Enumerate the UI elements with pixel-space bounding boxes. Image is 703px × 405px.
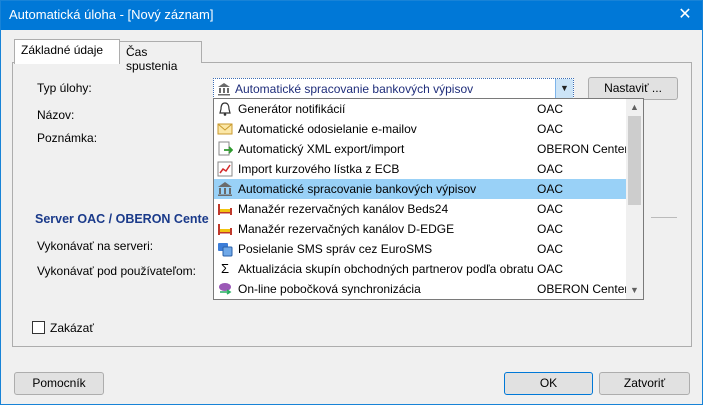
sigma-icon: Σ: [220, 261, 230, 276]
xml-export-icon: [217, 141, 234, 157]
section-divider: [651, 217, 677, 218]
bed-icon: [217, 201, 233, 217]
chart-icon: [217, 161, 233, 177]
sync-icon: [217, 281, 233, 297]
list-item-name: Automatické odosielanie e-mailov: [238, 122, 417, 136]
ok-button[interactable]: OK: [504, 372, 593, 395]
list-item-name: Automatické spracovanie bankových výpiso…: [238, 182, 477, 196]
cancel-button[interactable]: Zatvoriť: [599, 372, 690, 395]
list-item-name: Manažér rezervačných kanálov D-EDGE: [238, 222, 455, 236]
list-item-module: OAC: [537, 122, 564, 136]
list-item-name: Aktualizácia skupín obchodných partnerov…: [238, 262, 534, 276]
dropdown-scrollbar[interactable]: ▲ ▼: [626, 99, 643, 299]
list-item-name: Automatický XML export/import: [238, 142, 405, 156]
window-title: Automatická úloha - [Nový záznam]: [9, 7, 214, 22]
list-item-module: OAC: [537, 202, 564, 216]
settings-button[interactable]: Nastaviť ...: [588, 77, 678, 100]
help-button[interactable]: Pomocník: [14, 372, 104, 395]
sms-icon: [217, 241, 233, 257]
dialog-window: Automatická úloha - [Nový záznam] ✕ Zákl…: [0, 0, 703, 405]
name-label: Názov:: [37, 108, 75, 122]
chevron-up-icon[interactable]: ▲: [626, 99, 643, 116]
tab-run-time[interactable]: Čas spustenia: [119, 41, 202, 73]
run-on-server-label: Vykonávať na serveri:: [37, 239, 154, 253]
list-item[interactable]: Automatické spracovanie bankových výpiso…: [214, 179, 626, 199]
list-item[interactable]: Automatický XML export/import OBERON Cen…: [214, 139, 629, 159]
title-bar[interactable]: Automatická úloha - [Nový záznam] ✕: [1, 1, 702, 30]
task-type-combo[interactable]: Automatické spracovanie bankových výpiso…: [213, 78, 574, 99]
list-item[interactable]: Automatické odosielanie e-mailov OAC: [214, 119, 626, 139]
list-item-module: OBERON Center: [537, 282, 629, 296]
list-item-module: OAC: [537, 102, 564, 116]
envelope-icon: [217, 121, 233, 137]
list-item-module: OAC: [537, 222, 564, 236]
note-label: Poznámka:: [37, 131, 98, 145]
list-item-name: Import kurzového lístka z ECB: [238, 162, 400, 176]
disable-label: Zakázať: [50, 321, 94, 335]
list-item[interactable]: Manažér rezervačných kanálov D-EDGE OAC: [214, 219, 626, 239]
disable-checkbox[interactable]: [32, 321, 45, 334]
list-item-module: OAC: [537, 162, 564, 176]
chevron-down-icon[interactable]: ▼: [555, 79, 573, 98]
list-item-module: OAC: [537, 242, 564, 256]
list-item-name: Generátor notifikácií: [238, 102, 346, 116]
close-icon[interactable]: ✕: [668, 1, 702, 30]
task-type-label: Typ úlohy:: [37, 81, 92, 95]
list-item-name: Manažér rezervačných kanálov Beds24: [238, 202, 449, 216]
list-item[interactable]: On-line pobočková synchronizácia OBERON …: [214, 279, 629, 299]
list-item[interactable]: Σ Aktualizácia skupín obchodných partner…: [214, 259, 626, 279]
task-type-value: Automatické spracovanie bankových výpiso…: [235, 82, 474, 96]
list-item-name: On-line pobočková synchronizácia: [238, 282, 421, 296]
tab-basic-data[interactable]: Základné údaje: [14, 39, 120, 64]
list-item-module: OBERON Center: [537, 142, 629, 156]
list-item[interactable]: Generátor notifikácií OAC: [214, 99, 626, 119]
chevron-down-icon[interactable]: ▼: [626, 282, 643, 299]
scrollbar-thumb[interactable]: [628, 116, 641, 205]
bank-icon: [217, 82, 231, 99]
list-item[interactable]: Posielanie SMS správ cez EuroSMS OAC: [214, 239, 626, 259]
run-as-user-label: Vykonávať pod používateľom:: [37, 264, 196, 278]
server-section-title: Server OAC / OBERON Cente: [35, 212, 209, 226]
list-item-module: OAC: [537, 182, 564, 196]
bank-icon: [217, 181, 233, 197]
list-item[interactable]: Manažér rezervačných kanálov Beds24 OAC: [214, 199, 626, 219]
bell-icon: [217, 101, 233, 117]
task-type-dropdown-list[interactable]: Generátor notifikácií OAC Automatické od…: [213, 98, 644, 300]
bed-icon: [217, 221, 233, 237]
list-item-name: Posielanie SMS správ cez EuroSMS: [238, 242, 433, 256]
list-item-module: OAC: [537, 262, 564, 276]
list-item[interactable]: Import kurzového lístka z ECB OAC: [214, 159, 626, 179]
